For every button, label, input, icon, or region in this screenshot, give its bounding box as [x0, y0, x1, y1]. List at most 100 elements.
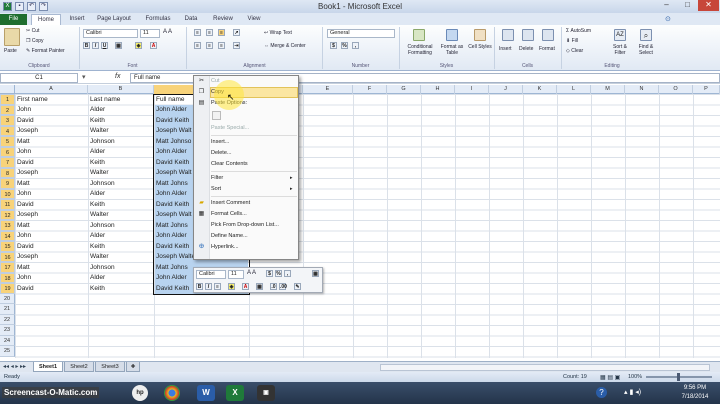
cell-first-name[interactable]: Joseph	[16, 252, 87, 263]
row-header[interactable]: 1	[0, 94, 15, 105]
mini-fill-color-icon[interactable]: ◈	[228, 283, 235, 290]
app-icon[interactable]: ▣	[257, 385, 275, 401]
delete-cells-button[interactable]: Delete	[519, 46, 533, 52]
cell-last-name[interactable]: Johnson	[89, 179, 153, 190]
row-header[interactable]: 7	[0, 157, 15, 168]
cell-last-name[interactable]: Alder	[89, 273, 153, 284]
cell-first-name[interactable]: David	[16, 242, 87, 253]
sort-filter-icon[interactable]: AZ	[614, 29, 626, 41]
row-header[interactable]: 23	[0, 325, 15, 336]
format-cells-button[interactable]: Format	[539, 46, 555, 52]
font-size-select[interactable]: 11	[140, 29, 160, 38]
row-header[interactable]: 13	[0, 220, 15, 231]
cell-last-name[interactable]: Johnson	[89, 221, 153, 232]
find-select-icon[interactable]: ⌕	[640, 29, 652, 41]
close-button[interactable]: ✕	[698, 0, 719, 11]
column-header[interactable]: O	[659, 85, 693, 94]
cell-last-name[interactable]: Walter	[89, 252, 153, 263]
mini-grow-font-icon[interactable]: A A	[247, 270, 256, 276]
column-header[interactable]: K	[523, 85, 557, 94]
align-center-icon[interactable]: ≡	[206, 42, 213, 49]
insert-cells-button[interactable]: Insert	[499, 46, 512, 52]
cell-last-name[interactable]: Alder	[89, 147, 153, 158]
menu-item-insert[interactable]: Insert...	[211, 137, 229, 148]
row-header[interactable]: 2	[0, 104, 15, 115]
row-header[interactable]: 17	[0, 262, 15, 273]
new-sheet-icon[interactable]: ✚	[126, 362, 140, 372]
format-as-table-button[interactable]: Format as Table	[438, 44, 466, 56]
row-header[interactable]: 5	[0, 136, 15, 147]
orientation-icon[interactable]: ↗	[233, 29, 240, 36]
autosum-button[interactable]: Σ AutoSum	[566, 28, 591, 34]
mini-format-icon[interactable]: ▦	[312, 270, 319, 277]
row-header[interactable]: 4	[0, 125, 15, 136]
row-header[interactable]: 24	[0, 335, 15, 346]
cell-last-name[interactable]: Alder	[89, 105, 153, 116]
tab-view[interactable]: View	[244, 14, 264, 25]
underline-button[interactable]: U	[101, 42, 108, 49]
cell-first-name[interactable]: David	[16, 158, 87, 169]
comma-button[interactable]: ,	[352, 42, 359, 49]
hp-icon[interactable]: hp	[132, 385, 148, 401]
row-header[interactable]: 15	[0, 241, 15, 252]
align-top-icon[interactable]: ≡	[194, 29, 201, 36]
horizontal-scrollbar[interactable]	[380, 364, 710, 371]
mini-bold-button[interactable]: B	[196, 283, 203, 290]
borders-icon[interactable]: ▦	[115, 42, 122, 49]
mini-size-select[interactable]: 11	[228, 270, 244, 279]
paste-icon[interactable]	[4, 28, 20, 46]
column-header[interactable]: M	[591, 85, 625, 94]
font-color-icon[interactable]: A	[150, 42, 157, 49]
row-header[interactable]: 10	[0, 188, 15, 199]
cut-button[interactable]: ✂ Cut	[26, 28, 39, 34]
fill-color-icon[interactable]: ◈	[135, 42, 142, 49]
cell-first-name[interactable]: Matt	[16, 221, 87, 232]
row-header[interactable]: 11	[0, 199, 15, 210]
mini-font-color-icon[interactable]: A	[242, 283, 249, 290]
tab-file[interactable]: File	[0, 14, 27, 25]
cell-last-name[interactable]: Walter	[89, 168, 153, 179]
cell-last-name[interactable]: Last name	[89, 95, 153, 106]
paste-option-icon[interactable]	[212, 111, 221, 120]
tab-data[interactable]: Data	[181, 14, 201, 25]
italic-button[interactable]: I	[92, 42, 99, 49]
menu-item-filter[interactable]: Filter	[211, 173, 223, 184]
zoom-slider-thumb[interactable]	[677, 373, 680, 381]
cell-first-name[interactable]: Joseph	[16, 126, 87, 137]
cell-last-name[interactable]: Keith	[89, 200, 153, 211]
cell-last-name[interactable]: Alder	[89, 189, 153, 200]
number-format-select[interactable]: General	[327, 29, 395, 38]
menu-item-hyperlink[interactable]: Hyperlink...	[211, 242, 239, 253]
row-header[interactable]: 12	[0, 209, 15, 220]
fill-button[interactable]: ⬇ Fill	[566, 38, 578, 44]
cell-first-name[interactable]: Joseph	[16, 210, 87, 221]
cell-first-name[interactable]: Matt	[16, 179, 87, 190]
menu-item-define-name[interactable]: Define Name...	[211, 231, 248, 242]
cell-first-name[interactable]: John	[16, 105, 87, 116]
copy-button[interactable]: ❐ Copy	[26, 38, 44, 44]
column-header[interactable]: B	[88, 85, 154, 94]
align-middle-icon[interactable]: ≡	[206, 29, 213, 36]
delete-cells-icon[interactable]	[522, 29, 534, 41]
find-select-button[interactable]: Find & Select	[634, 44, 658, 56]
cell-last-name[interactable]: Keith	[89, 116, 153, 127]
menu-item-insert-comment[interactable]: Insert Comment	[211, 198, 250, 209]
column-header[interactable]: G	[387, 85, 421, 94]
sheet-tab-2[interactable]: Sheet2	[64, 362, 94, 372]
chrome-icon[interactable]	[164, 385, 180, 401]
maximize-button[interactable]: □	[677, 0, 698, 11]
mini-align-icon[interactable]: ≡	[214, 283, 221, 290]
bold-button[interactable]: B	[83, 42, 90, 49]
sheet-nav-icon[interactable]: ◂◂ ◂ ▸ ▸▸	[3, 363, 26, 370]
tab-formulas[interactable]: Formulas	[143, 14, 173, 25]
mini-borders-icon[interactable]: ▦	[256, 283, 263, 290]
cell-first-name[interactable]: Joseph	[16, 168, 87, 179]
mini-format-painter-icon[interactable]: ✎	[294, 283, 301, 290]
cell-first-name[interactable]: David	[16, 284, 87, 295]
cell-last-name[interactable]: Keith	[89, 242, 153, 253]
cell-first-name[interactable]: Matt	[16, 263, 87, 274]
row-header[interactable]: 19	[0, 283, 15, 294]
menu-item-format-cells[interactable]: Format Cells...	[211, 209, 247, 220]
column-header[interactable]: J	[489, 85, 523, 94]
merge-center-button[interactable]: ⇔ Merge & Center	[264, 43, 306, 49]
